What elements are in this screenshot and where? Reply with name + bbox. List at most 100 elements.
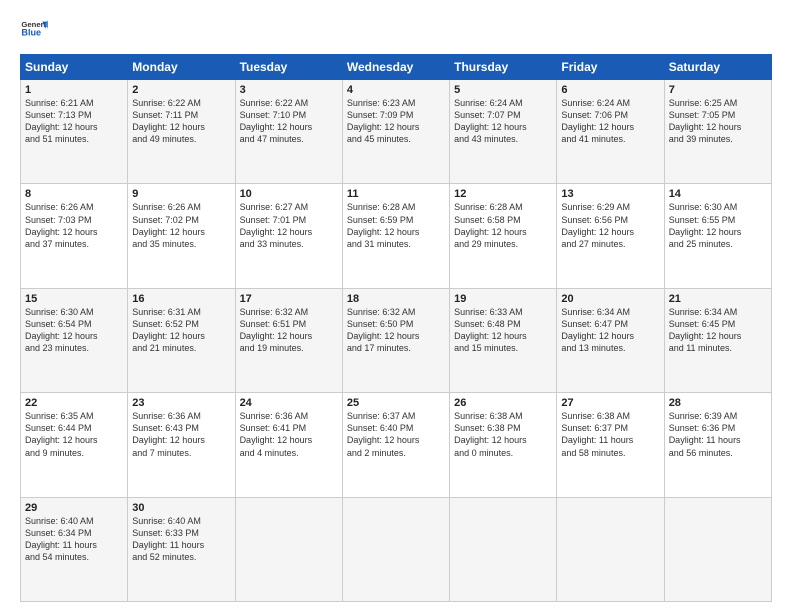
day-number: 1 bbox=[25, 84, 123, 96]
calendar-cell bbox=[664, 497, 771, 601]
cell-info: Sunrise: 6:40 AMSunset: 6:33 PMDaylight:… bbox=[132, 515, 230, 564]
calendar-week-row: 8Sunrise: 6:26 AMSunset: 7:03 PMDaylight… bbox=[21, 184, 772, 288]
calendar-cell: 30Sunrise: 6:40 AMSunset: 6:33 PMDayligh… bbox=[128, 497, 235, 601]
calendar-header-row: SundayMondayTuesdayWednesdayThursdayFrid… bbox=[21, 55, 772, 80]
cell-info: Sunrise: 6:24 AMSunset: 7:07 PMDaylight:… bbox=[454, 97, 552, 146]
day-number: 4 bbox=[347, 84, 445, 96]
day-number: 28 bbox=[669, 397, 767, 409]
cell-info: Sunrise: 6:30 AMSunset: 6:55 PMDaylight:… bbox=[669, 201, 767, 250]
cell-info: Sunrise: 6:30 AMSunset: 6:54 PMDaylight:… bbox=[25, 306, 123, 355]
day-number: 22 bbox=[25, 397, 123, 409]
day-number: 12 bbox=[454, 188, 552, 200]
calendar-cell: 15Sunrise: 6:30 AMSunset: 6:54 PMDayligh… bbox=[21, 288, 128, 392]
calendar-cell: 2Sunrise: 6:22 AMSunset: 7:11 PMDaylight… bbox=[128, 80, 235, 184]
calendar-cell: 16Sunrise: 6:31 AMSunset: 6:52 PMDayligh… bbox=[128, 288, 235, 392]
day-number: 10 bbox=[240, 188, 338, 200]
cell-info: Sunrise: 6:22 AMSunset: 7:10 PMDaylight:… bbox=[240, 97, 338, 146]
day-number: 15 bbox=[25, 293, 123, 305]
calendar-cell: 28Sunrise: 6:39 AMSunset: 6:36 PMDayligh… bbox=[664, 393, 771, 497]
calendar-cell bbox=[235, 497, 342, 601]
day-number: 3 bbox=[240, 84, 338, 96]
day-number: 13 bbox=[561, 188, 659, 200]
calendar-cell: 14Sunrise: 6:30 AMSunset: 6:55 PMDayligh… bbox=[664, 184, 771, 288]
calendar-cell: 11Sunrise: 6:28 AMSunset: 6:59 PMDayligh… bbox=[342, 184, 449, 288]
cell-info: Sunrise: 6:29 AMSunset: 6:56 PMDaylight:… bbox=[561, 201, 659, 250]
cell-info: Sunrise: 6:27 AMSunset: 7:01 PMDaylight:… bbox=[240, 201, 338, 250]
calendar-cell: 6Sunrise: 6:24 AMSunset: 7:06 PMDaylight… bbox=[557, 80, 664, 184]
calendar-day-header: Friday bbox=[557, 55, 664, 80]
calendar-cell bbox=[557, 497, 664, 601]
day-number: 25 bbox=[347, 397, 445, 409]
calendar-cell: 9Sunrise: 6:26 AMSunset: 7:02 PMDaylight… bbox=[128, 184, 235, 288]
calendar-cell bbox=[450, 497, 557, 601]
calendar-day-header: Thursday bbox=[450, 55, 557, 80]
page: General Blue SundayMondayTuesdayWednesda… bbox=[0, 0, 792, 612]
calendar-week-row: 29Sunrise: 6:40 AMSunset: 6:34 PMDayligh… bbox=[21, 497, 772, 601]
cell-info: Sunrise: 6:35 AMSunset: 6:44 PMDaylight:… bbox=[25, 410, 123, 459]
cell-info: Sunrise: 6:31 AMSunset: 6:52 PMDaylight:… bbox=[132, 306, 230, 355]
calendar-cell: 29Sunrise: 6:40 AMSunset: 6:34 PMDayligh… bbox=[21, 497, 128, 601]
logo: General Blue bbox=[20, 16, 48, 44]
day-number: 27 bbox=[561, 397, 659, 409]
day-number: 16 bbox=[132, 293, 230, 305]
cell-info: Sunrise: 6:38 AMSunset: 6:37 PMDaylight:… bbox=[561, 410, 659, 459]
calendar-cell: 13Sunrise: 6:29 AMSunset: 6:56 PMDayligh… bbox=[557, 184, 664, 288]
calendar-cell: 8Sunrise: 6:26 AMSunset: 7:03 PMDaylight… bbox=[21, 184, 128, 288]
calendar-cell: 20Sunrise: 6:34 AMSunset: 6:47 PMDayligh… bbox=[557, 288, 664, 392]
calendar-cell bbox=[342, 497, 449, 601]
cell-info: Sunrise: 6:40 AMSunset: 6:34 PMDaylight:… bbox=[25, 515, 123, 564]
day-number: 26 bbox=[454, 397, 552, 409]
calendar-day-header: Monday bbox=[128, 55, 235, 80]
calendar-cell: 26Sunrise: 6:38 AMSunset: 6:38 PMDayligh… bbox=[450, 393, 557, 497]
cell-info: Sunrise: 6:24 AMSunset: 7:06 PMDaylight:… bbox=[561, 97, 659, 146]
cell-info: Sunrise: 6:33 AMSunset: 6:48 PMDaylight:… bbox=[454, 306, 552, 355]
calendar-cell: 17Sunrise: 6:32 AMSunset: 6:51 PMDayligh… bbox=[235, 288, 342, 392]
cell-info: Sunrise: 6:21 AMSunset: 7:13 PMDaylight:… bbox=[25, 97, 123, 146]
day-number: 30 bbox=[132, 502, 230, 514]
calendar-table: SundayMondayTuesdayWednesdayThursdayFrid… bbox=[20, 54, 772, 602]
calendar-day-header: Tuesday bbox=[235, 55, 342, 80]
calendar-cell: 18Sunrise: 6:32 AMSunset: 6:50 PMDayligh… bbox=[342, 288, 449, 392]
cell-info: Sunrise: 6:36 AMSunset: 6:41 PMDaylight:… bbox=[240, 410, 338, 459]
calendar-cell: 5Sunrise: 6:24 AMSunset: 7:07 PMDaylight… bbox=[450, 80, 557, 184]
day-number: 14 bbox=[669, 188, 767, 200]
day-number: 20 bbox=[561, 293, 659, 305]
calendar-week-row: 1Sunrise: 6:21 AMSunset: 7:13 PMDaylight… bbox=[21, 80, 772, 184]
day-number: 24 bbox=[240, 397, 338, 409]
calendar-cell: 7Sunrise: 6:25 AMSunset: 7:05 PMDaylight… bbox=[664, 80, 771, 184]
day-number: 7 bbox=[669, 84, 767, 96]
day-number: 11 bbox=[347, 188, 445, 200]
cell-info: Sunrise: 6:34 AMSunset: 6:45 PMDaylight:… bbox=[669, 306, 767, 355]
calendar-cell: 25Sunrise: 6:37 AMSunset: 6:40 PMDayligh… bbox=[342, 393, 449, 497]
cell-info: Sunrise: 6:26 AMSunset: 7:02 PMDaylight:… bbox=[132, 201, 230, 250]
cell-info: Sunrise: 6:37 AMSunset: 6:40 PMDaylight:… bbox=[347, 410, 445, 459]
day-number: 19 bbox=[454, 293, 552, 305]
calendar-cell: 24Sunrise: 6:36 AMSunset: 6:41 PMDayligh… bbox=[235, 393, 342, 497]
day-number: 6 bbox=[561, 84, 659, 96]
calendar-cell: 21Sunrise: 6:34 AMSunset: 6:45 PMDayligh… bbox=[664, 288, 771, 392]
day-number: 9 bbox=[132, 188, 230, 200]
cell-info: Sunrise: 6:32 AMSunset: 6:51 PMDaylight:… bbox=[240, 306, 338, 355]
day-number: 8 bbox=[25, 188, 123, 200]
calendar-cell: 23Sunrise: 6:36 AMSunset: 6:43 PMDayligh… bbox=[128, 393, 235, 497]
cell-info: Sunrise: 6:23 AMSunset: 7:09 PMDaylight:… bbox=[347, 97, 445, 146]
cell-info: Sunrise: 6:26 AMSunset: 7:03 PMDaylight:… bbox=[25, 201, 123, 250]
calendar-cell: 12Sunrise: 6:28 AMSunset: 6:58 PMDayligh… bbox=[450, 184, 557, 288]
calendar-cell: 4Sunrise: 6:23 AMSunset: 7:09 PMDaylight… bbox=[342, 80, 449, 184]
day-number: 23 bbox=[132, 397, 230, 409]
day-number: 17 bbox=[240, 293, 338, 305]
cell-info: Sunrise: 6:22 AMSunset: 7:11 PMDaylight:… bbox=[132, 97, 230, 146]
svg-text:Blue: Blue bbox=[21, 28, 41, 38]
cell-info: Sunrise: 6:28 AMSunset: 6:59 PMDaylight:… bbox=[347, 201, 445, 250]
calendar-week-row: 22Sunrise: 6:35 AMSunset: 6:44 PMDayligh… bbox=[21, 393, 772, 497]
cell-info: Sunrise: 6:39 AMSunset: 6:36 PMDaylight:… bbox=[669, 410, 767, 459]
day-number: 2 bbox=[132, 84, 230, 96]
calendar-day-header: Saturday bbox=[664, 55, 771, 80]
calendar-day-header: Sunday bbox=[21, 55, 128, 80]
day-number: 18 bbox=[347, 293, 445, 305]
calendar-day-header: Wednesday bbox=[342, 55, 449, 80]
cell-info: Sunrise: 6:32 AMSunset: 6:50 PMDaylight:… bbox=[347, 306, 445, 355]
calendar-week-row: 15Sunrise: 6:30 AMSunset: 6:54 PMDayligh… bbox=[21, 288, 772, 392]
calendar-cell: 3Sunrise: 6:22 AMSunset: 7:10 PMDaylight… bbox=[235, 80, 342, 184]
cell-info: Sunrise: 6:36 AMSunset: 6:43 PMDaylight:… bbox=[132, 410, 230, 459]
